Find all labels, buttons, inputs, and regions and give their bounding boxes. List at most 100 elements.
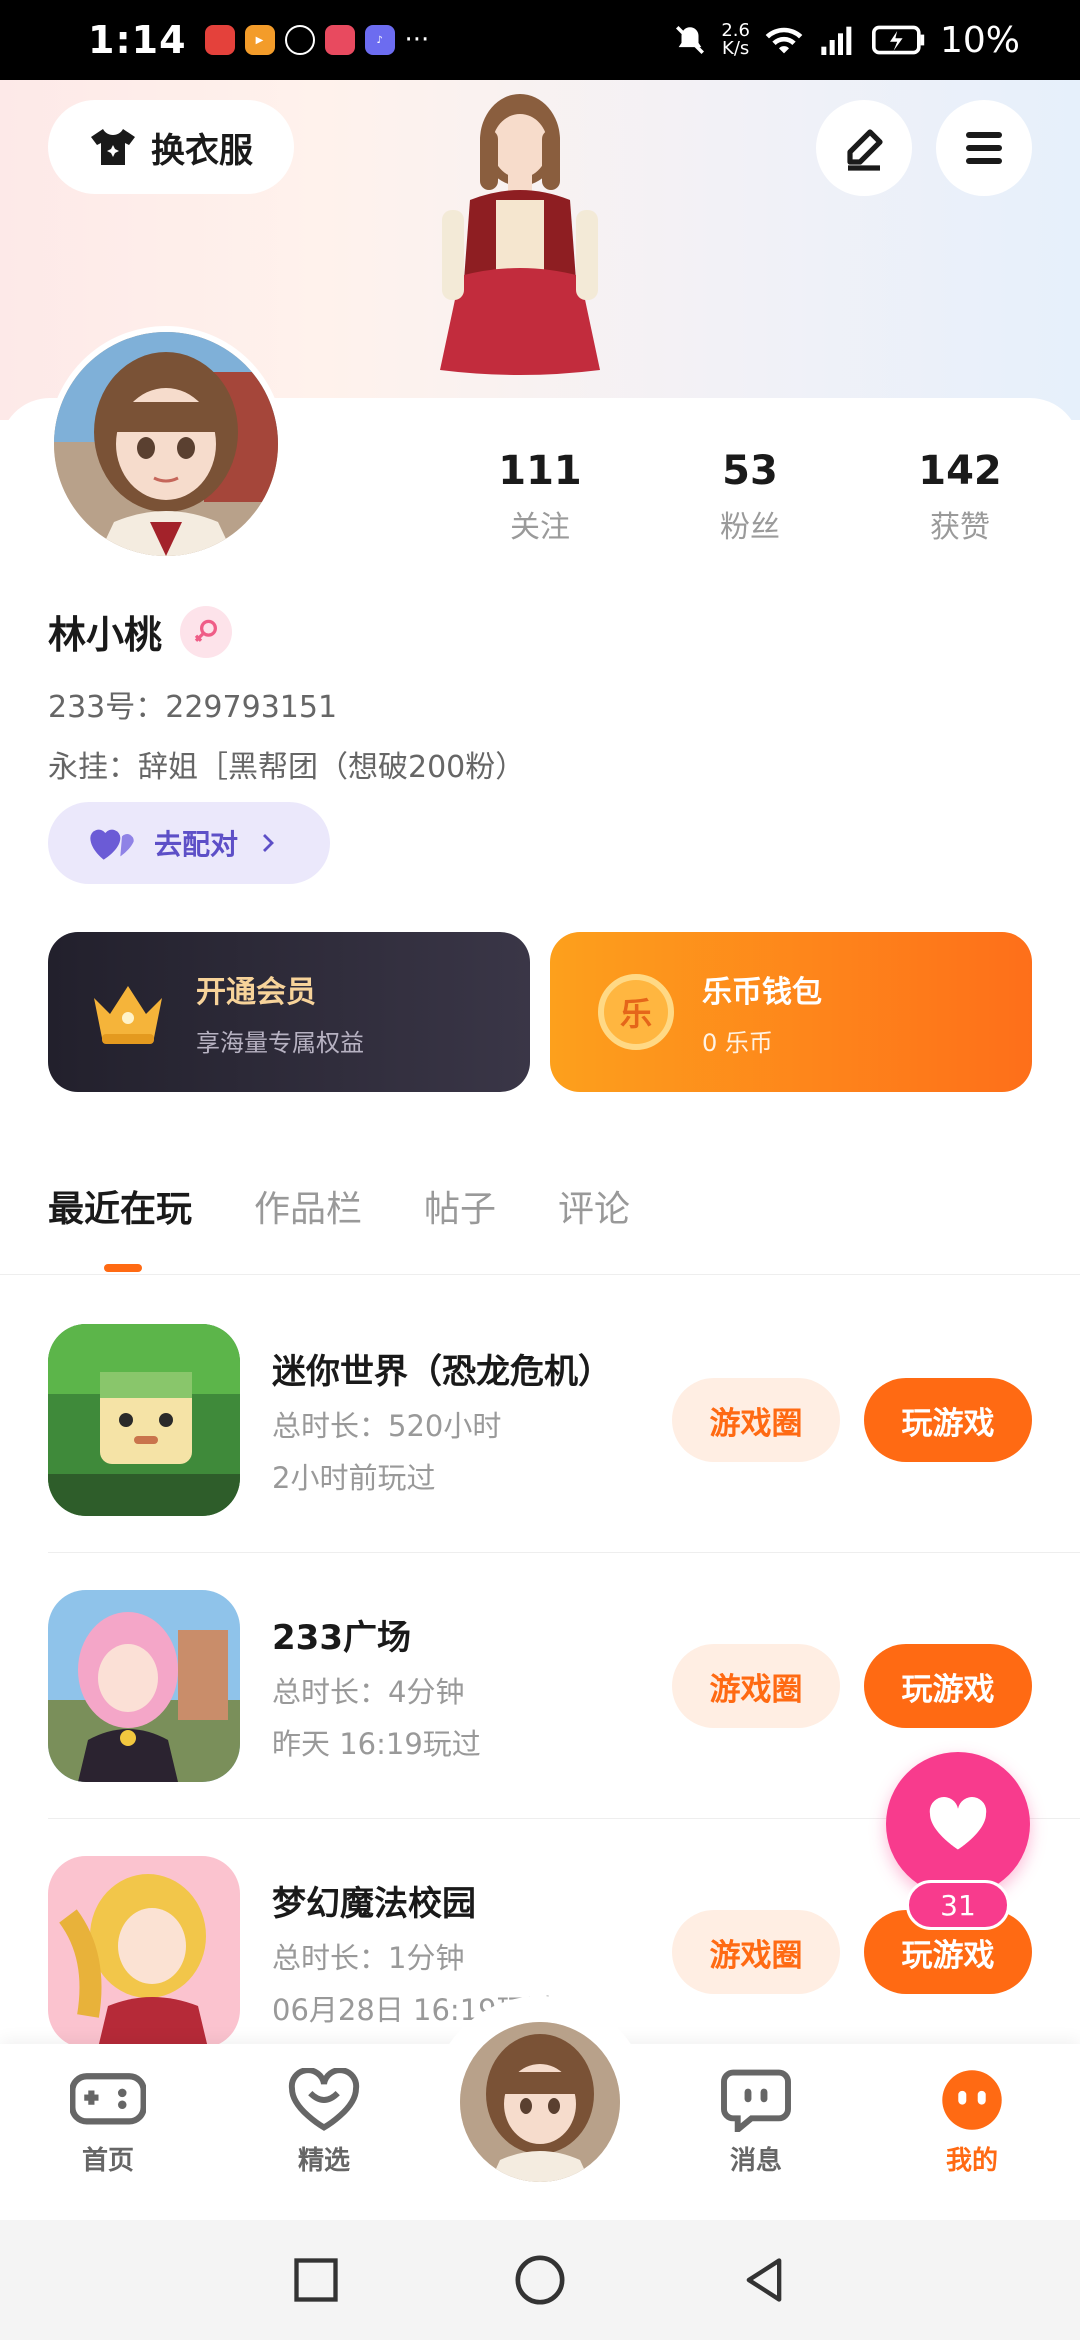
like-count-badge: 31 (906, 1880, 1010, 1930)
game-circle-button[interactable]: 游戏圈 (672, 1910, 840, 1994)
status-right: 2.6 K/s 10% (673, 20, 1020, 61)
hamburger-menu-icon (966, 132, 1002, 164)
game-row[interactable]: 迷你世界（恐龙危机） 总时长：520小时 2小时前玩过 游戏圈 玩游戏 (48, 1322, 1032, 1518)
game-title: 梦幻魔法校园 (272, 1883, 476, 1924)
change-outfit-button[interactable]: 换衣服 (48, 100, 294, 194)
avatar-portrait-image (54, 332, 278, 556)
change-outfit-label: 换衣服 (151, 130, 253, 171)
game-circle-button[interactable]: 游戏圈 (672, 1644, 840, 1728)
tab-comments[interactable]: 评论 (558, 1180, 630, 1232)
user-name: 林小桃 (48, 613, 163, 657)
back-icon[interactable] (738, 2254, 790, 2306)
nav-messages-label: 消息 (729, 2146, 782, 2176)
profile-tabs: 最近在玩 作品栏 帖子 评论 (48, 1180, 630, 1232)
game-icon-magic-campus[interactable] (48, 1856, 240, 2048)
battery-icon (871, 25, 925, 55)
crown-icon (94, 986, 162, 1044)
likes-stat[interactable]: 142 获赞 (890, 448, 1030, 546)
nav-messages[interactable]: 消息 (696, 2068, 816, 2177)
game-duration: 总时长：4分钟 (272, 1674, 465, 1709)
nav-home-label: 首页 (81, 2146, 134, 2176)
notification-icons: ▶ ♪ ··· (204, 25, 430, 55)
row-divider (48, 1552, 1080, 1553)
shirt-icon (91, 129, 135, 165)
pen-icon (847, 129, 883, 171)
edit-profile-button[interactable] (816, 100, 912, 196)
play-game-button[interactable]: 玩游戏 (864, 1644, 1032, 1728)
wallet-balance: 0 乐币 (702, 1028, 773, 1057)
match-button[interactable]: 去配对 (48, 802, 330, 884)
status-time: 1:14 (88, 18, 187, 62)
nav-avatar-button[interactable] (456, 2018, 624, 2186)
female-gender-icon (180, 605, 233, 658)
net-speed: 2.6 K/s (721, 20, 750, 59)
mute-bell-icon (676, 25, 705, 55)
fans-count: 53 (722, 448, 778, 494)
likes-count: 142 (918, 448, 1002, 494)
huawei-app-icon (204, 25, 235, 55)
gamepad-icon (69, 2073, 147, 2125)
vip-subtitle: 享海量专属权益 (196, 1028, 364, 1057)
game-last-played: 昨天 16:19玩过 (272, 1726, 481, 1761)
nav-home[interactable]: 首页 (48, 2068, 168, 2177)
game-row[interactable]: 233广场 总时长：4分钟 昨天 16:19玩过 游戏圈 玩游戏 (48, 1588, 1032, 1784)
heart-outline-icon (288, 2067, 360, 2131)
book-app-icon (324, 25, 355, 55)
game-icon-233-plaza[interactable] (48, 1590, 240, 1782)
signal-icon (821, 26, 852, 55)
following-label: 关注 (510, 510, 570, 545)
recent-apps-icon[interactable] (290, 2254, 342, 2306)
game-title: 233广场 (272, 1617, 411, 1658)
match-label: 去配对 (154, 828, 239, 861)
following-stat[interactable]: 111 关注 (470, 448, 610, 546)
tab-divider (0, 1274, 1080, 1275)
status-bar: 1:14 ▶ ♪ ··· 2.6 K/s 10% (0, 0, 1080, 80)
home-icon[interactable] (512, 2252, 568, 2308)
floating-like-button[interactable] (886, 1752, 1030, 1896)
nav-featured[interactable]: 精选 (264, 2067, 384, 2177)
menu-button[interactable] (936, 100, 1032, 196)
active-tab-indicator (104, 1264, 142, 1272)
tab-recently-played[interactable]: 最近在玩 (48, 1180, 192, 1232)
game-last-played: 2小时前玩过 (272, 1460, 436, 1495)
following-count: 111 (498, 448, 582, 494)
fans-label: 粉丝 (720, 510, 780, 545)
avatar-3d-figure[interactable] (400, 80, 640, 400)
game-icon-mini-world[interactable] (48, 1324, 240, 1516)
settings-notif-icon (284, 25, 315, 55)
name-row: 林小桃 (48, 604, 233, 659)
nav-avatar-image (460, 2022, 620, 2182)
music-app-icon: ♪ (364, 25, 395, 55)
nav-me[interactable]: 我的 (912, 2068, 1032, 2177)
more-notif-icon: ··· (404, 25, 430, 55)
nav-me-label: 我的 (945, 2146, 998, 2176)
user-id: 233号：229793151 (48, 690, 338, 725)
wallet-title: 乐币钱包 (702, 974, 822, 1010)
coin-glyph: 乐 (619, 995, 652, 1033)
hearts-icon (90, 829, 134, 860)
tab-posts[interactable]: 帖子 (424, 1180, 496, 1232)
profile-avatar[interactable] (48, 326, 284, 562)
vip-title: 开通会员 (196, 974, 316, 1010)
tab-works[interactable]: 作品栏 (254, 1180, 362, 1232)
game-circle-button[interactable]: 游戏圈 (672, 1378, 840, 1462)
game-title: 迷你世界（恐龙危机） (272, 1351, 612, 1392)
system-navigation-bar (0, 2220, 1080, 2340)
nav-featured-label: 精选 (297, 2146, 350, 2176)
game-duration: 总时长：1分钟 (272, 1940, 465, 1975)
vip-membership-card[interactable]: 开通会员 享海量专属权益 (48, 932, 530, 1092)
game-duration: 总时长：520小时 (272, 1408, 502, 1443)
heart-icon (929, 1797, 987, 1850)
chat-bubble-icon (721, 2069, 791, 2137)
battery-percent: 10% (939, 19, 1020, 61)
fans-stat[interactable]: 53 粉丝 (680, 448, 820, 546)
user-signature: 永挂：辞姐［黑帮团（想破200粉） (48, 750, 526, 785)
wifi-icon (765, 27, 803, 54)
video-app-icon: ▶ (244, 25, 275, 55)
wallet-card[interactable]: 乐 乐币钱包 0 乐币 (550, 932, 1032, 1092)
play-game-button[interactable]: 玩游戏 (864, 1378, 1032, 1462)
me-face-icon (942, 2070, 1002, 2130)
chevron-right-icon (263, 834, 274, 852)
likes-label: 获赞 (930, 510, 990, 545)
profile-stats: 111 关注 53 粉丝 142 获赞 (470, 448, 1030, 546)
